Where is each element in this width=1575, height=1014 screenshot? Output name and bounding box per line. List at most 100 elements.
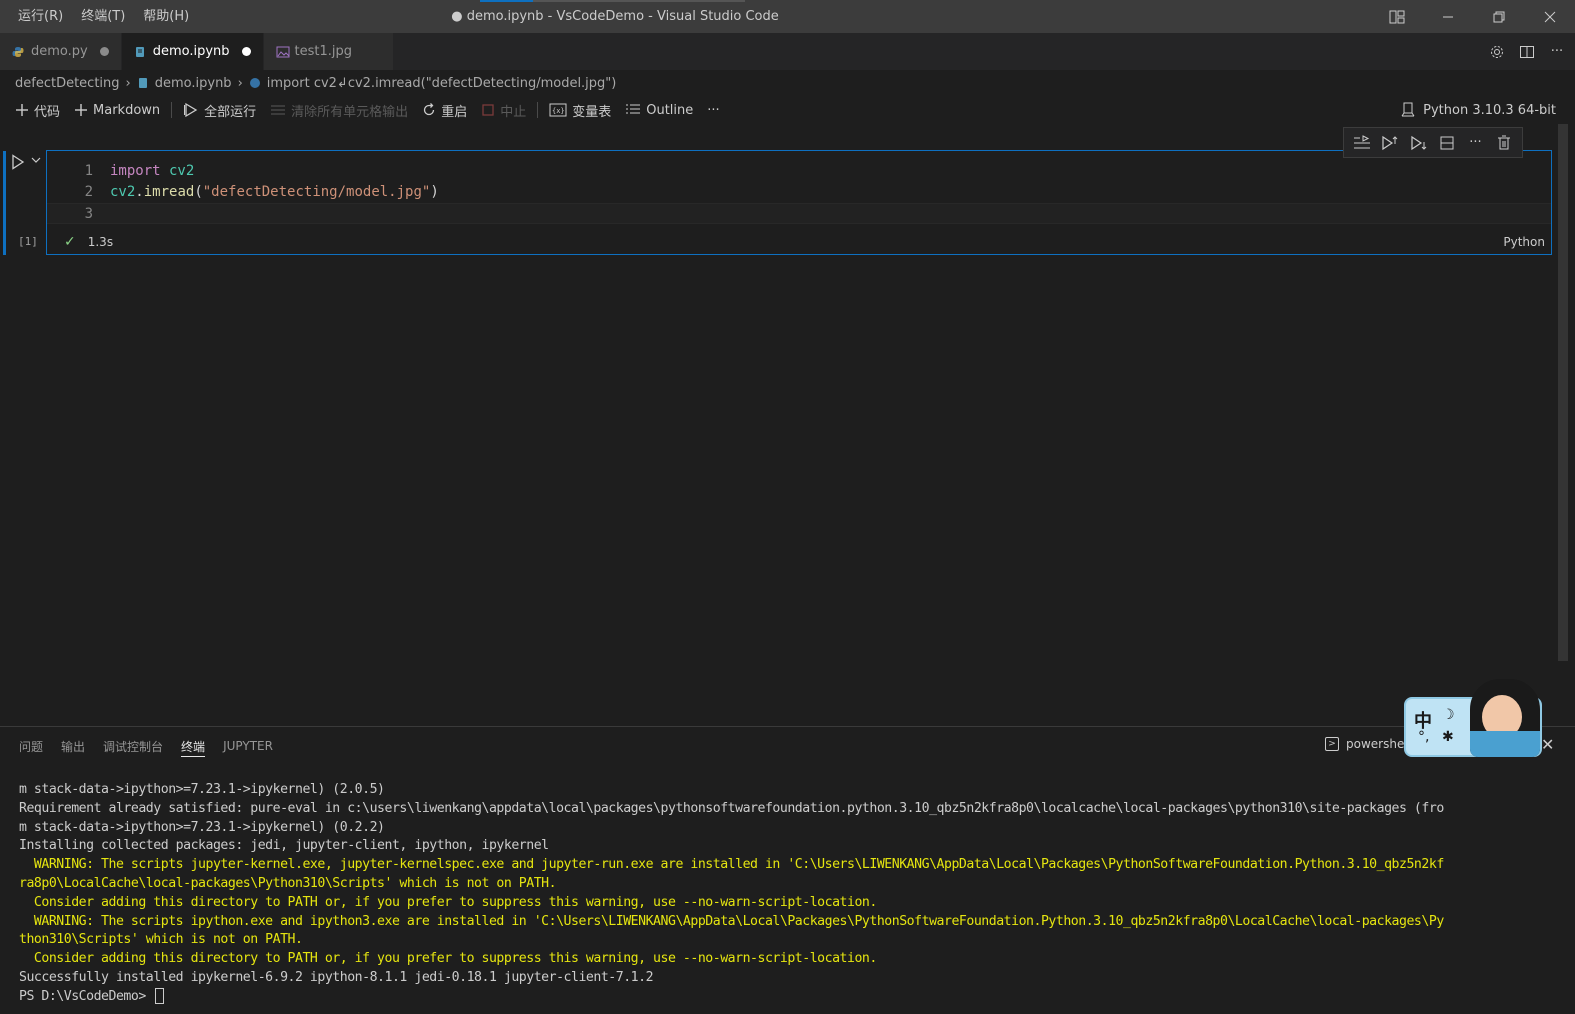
variables-button[interactable]: {x} 变量表 <box>542 98 618 122</box>
tab-terminal[interactable]: 终端 <box>172 727 214 765</box>
more-icon: ··· <box>707 102 720 118</box>
terminal-shell-selector[interactable]: > powershell <box>1325 737 1411 751</box>
add-markdown-cell-button[interactable]: Markdown <box>67 98 167 122</box>
add-markdown-label: Markdown <box>93 102 161 118</box>
run-above-icon[interactable] <box>1379 132 1401 154</box>
run-all-icon <box>183 102 199 118</box>
terminal-output[interactable]: m stack-data->ipython>=7.23.1->ipykernel… <box>19 781 1559 1007</box>
line-number: 3 <box>84 206 93 222</box>
moon-icon[interactable]: ☽ <box>1442 707 1455 723</box>
ime-punctuation-icon[interactable]: °, <box>1418 729 1429 745</box>
chevron-right-icon: › <box>237 75 243 91</box>
tab-label: demo.py <box>31 44 88 59</box>
tab-label: test1.jpg <box>294 44 353 59</box>
breadcrumb-file[interactable]: demo.ipynb <box>155 76 232 91</box>
more-cell-actions-icon[interactable]: ··· <box>1464 132 1486 154</box>
run-below-icon[interactable] <box>1408 132 1430 154</box>
notebook-file-icon <box>137 77 149 89</box>
terminal-line: thon310\Scripts' which is not on PATH. <box>19 932 303 948</box>
clear-outputs-button[interactable]: 清除所有单元格输出 <box>263 98 415 122</box>
run-by-line-icon[interactable] <box>1351 132 1373 154</box>
cell-status-bar: ✓ 1.3s Python <box>47 231 1551 253</box>
cell-focus-indicator <box>3 151 6 255</box>
run-cell-icon[interactable] <box>11 154 27 170</box>
cell-toolbar: ··· <box>1343 127 1523 158</box>
add-code-cell-button[interactable]: 代码 <box>8 98 67 122</box>
tab-output[interactable]: 输出 <box>52 727 94 765</box>
list-icon <box>625 103 641 117</box>
split-cell-icon[interactable] <box>1436 132 1458 154</box>
run-all-button[interactable]: 全部运行 <box>176 98 263 122</box>
tab-test1-jpg[interactable]: test1.jpg <box>263 33 394 70</box>
breadcrumb-folder[interactable]: defectDetecting <box>15 76 120 91</box>
terminal-line: Consider adding this directory to PATH o… <box>19 894 877 910</box>
restart-kernel-button[interactable]: 重启 <box>415 98 474 122</box>
bottom-panel: 问题 输出 调试控制台 终端 JUPYTER > powershell ✕ m … <box>0 726 1575 1014</box>
variables-label: 变量表 <box>572 104 612 120</box>
unsaved-dot-icon[interactable] <box>241 47 251 56</box>
terminal-line: ra8p0\LocalCache\local-packages\Python31… <box>19 875 557 891</box>
check-icon: ✓ <box>64 234 76 250</box>
more-actions-icon[interactable]: ··· <box>1547 42 1567 62</box>
terminal-line: WARNING: The scripts jupyter-kernel.exe,… <box>19 857 1444 873</box>
chevron-right-icon: › <box>125 75 131 91</box>
editor-scrollbar[interactable] <box>1558 124 1568 661</box>
code-cell[interactable]: 1 import cv2 2 cv2.imread("defectDetecting/… <box>46 150 1552 255</box>
outline-label: Outline <box>646 102 694 118</box>
code-line[interactable]: 2 cv2.imread("defectDetecting/model.jpg") <box>47 182 1551 203</box>
tab-jupyter[interactable]: JUPYTER <box>214 727 282 765</box>
tab-debug-console[interactable]: 调试控制台 <box>94 727 172 765</box>
terminal-cursor <box>155 987 165 1004</box>
run-all-label: 全部运行 <box>204 104 257 120</box>
interrupt-kernel-button[interactable]: 中止 <box>474 98 533 122</box>
variables-icon: {x} <box>549 103 567 117</box>
more-toolbar-button[interactable]: ··· <box>700 98 726 122</box>
tab-label: demo.ipynb <box>152 44 230 59</box>
split-editor-icon[interactable] <box>1517 42 1537 62</box>
python-file-icon <box>249 77 261 89</box>
notebook-editor: [1] 1 import cv2 2 cv2.imread("defectDetect… <box>0 124 1575 724</box>
restart-icon <box>422 103 436 117</box>
terminal-line: PS D:\VsCodeDemo> <box>19 987 1559 1007</box>
terminal-line: Installing collected packages: jedi, jup… <box>19 838 549 854</box>
gear-icon[interactable] <box>1487 42 1507 62</box>
plus-icon <box>15 103 29 117</box>
breadcrumb-symbol[interactable]: import cv2↲cv2.imread("defectDetecting/m… <box>267 76 617 91</box>
layout-icon[interactable] <box>1371 0 1422 33</box>
toolbar-divider <box>537 102 539 118</box>
clear-outputs-label: 清除所有单元格输出 <box>291 104 409 120</box>
trash-icon[interactable] <box>1493 132 1515 154</box>
stop-icon <box>481 103 495 117</box>
add-code-label: 代码 <box>34 104 61 120</box>
editor-actions: ··· <box>1487 33 1567 70</box>
chevron-down-icon[interactable] <box>31 156 41 167</box>
avatar <box>1470 679 1540 757</box>
cell-editor[interactable]: 1 import cv2 2 cv2.imread("defectDetecting/… <box>47 151 1551 229</box>
svg-text:{x}: {x} <box>552 107 565 115</box>
cell-language[interactable]: Python <box>1503 235 1545 249</box>
line-number: 1 <box>84 163 93 179</box>
code-text: import cv2 <box>110 163 195 179</box>
tab-demo-py[interactable]: demo.py <box>0 33 122 70</box>
kernel-icon <box>1401 102 1415 118</box>
image-file-icon <box>276 46 290 58</box>
unsaved-dot-icon[interactable] <box>99 47 109 56</box>
close-icon[interactable] <box>1524 0 1575 33</box>
line-number: 2 <box>84 184 93 200</box>
code-line[interactable]: 3 <box>47 203 1551 224</box>
terminal-line: Requirement already satisfied: pure-eval… <box>19 800 1444 816</box>
restore-icon[interactable] <box>1473 0 1524 33</box>
kernel-picker[interactable]: Python 3.10.3 64-bit <box>1401 96 1556 124</box>
tab-demo-ipynb[interactable]: demo.ipynb <box>121 33 264 70</box>
minimize-icon[interactable] <box>1422 0 1473 33</box>
ime-toolbar[interactable]: 中 °, ☽ ✱ <box>1404 679 1544 759</box>
window-title: ● demo.ipynb - VsCodeDemo - Visual Studi… <box>451 9 779 24</box>
outline-button[interactable]: Outline <box>618 98 700 122</box>
butterfly-icon[interactable]: ✱ <box>1442 729 1454 745</box>
terminal-icon: > <box>1325 737 1339 751</box>
code-line[interactable]: 1 import cv2 <box>47 161 1551 182</box>
terminal-line: m stack-data->ipython>=7.23.1->ipykernel… <box>19 819 385 835</box>
notebook-file-icon <box>134 46 146 58</box>
terminal-line: Consider adding this directory to PATH o… <box>19 951 877 967</box>
tab-problems[interactable]: 问题 <box>10 727 52 765</box>
